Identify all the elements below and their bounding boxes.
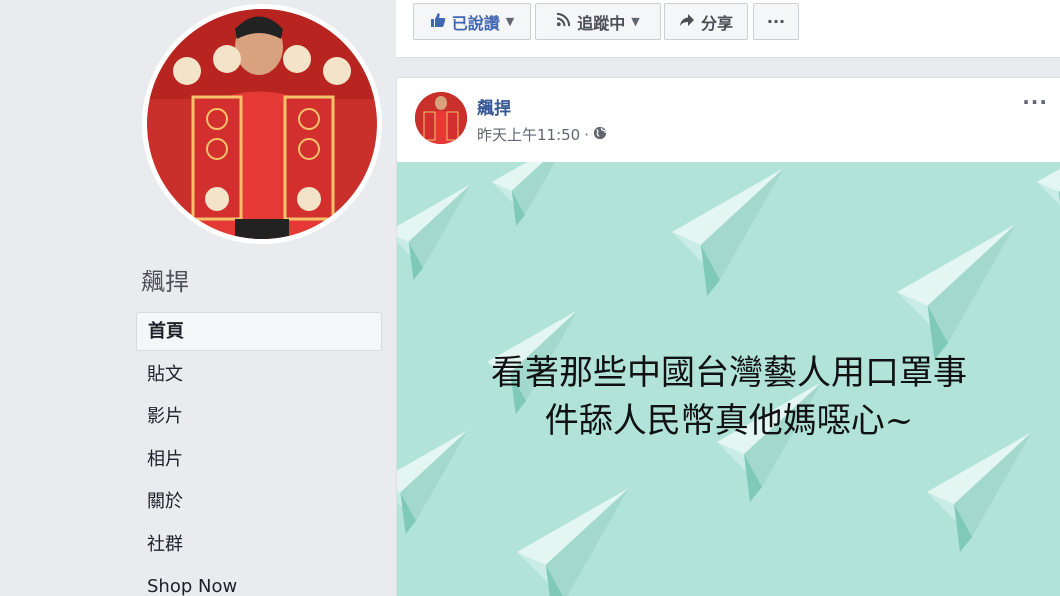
nav-item-about[interactable]: 關於	[136, 482, 382, 521]
post-timestamp[interactable]: 昨天上午11:50	[477, 124, 580, 145]
following-label: 追蹤中	[577, 13, 626, 33]
nav-item-videos[interactable]: 影片	[136, 397, 382, 436]
following-button[interactable]: 追蹤中 ▼	[535, 3, 661, 40]
liked-label: 已說讚	[451, 13, 500, 33]
meta-separator: ·	[584, 125, 590, 144]
post-card: 飆捍 昨天上午11:50 · ··· 看著那些中國台灣藝人用口罩事 件舔人民幣真…	[396, 77, 1060, 596]
profile-photo	[147, 9, 377, 239]
post-image[interactable]: 看著那些中國台灣藝人用口罩事 件舔人民幣真他媽噁心~	[397, 162, 1060, 596]
profile-picture[interactable]	[142, 4, 382, 244]
post-image-text-line: 看著那些中國台灣藝人用口罩事	[491, 353, 967, 393]
globe-icon	[593, 126, 607, 144]
post-author-avatar[interactable]	[415, 92, 467, 144]
post-image-text: 看著那些中國台灣藝人用口罩事 件舔人民幣真他媽噁心~	[397, 349, 1060, 445]
post-options-icon[interactable]: ···	[1022, 90, 1048, 114]
thumbs-up-icon	[430, 12, 446, 32]
nav-item-photos[interactable]: 相片	[136, 440, 382, 479]
share-label: 分享	[700, 13, 733, 33]
liked-button[interactable]: 已說讚 ▼	[413, 3, 531, 40]
nav-item-posts[interactable]: 貼文	[136, 355, 382, 394]
left-column: 飆捍 首頁 貼文 影片 相片 關於 社群 Shop Now	[0, 0, 396, 596]
chevron-down-icon: ▼	[631, 15, 640, 28]
ellipsis-icon: ···	[766, 12, 786, 31]
nav-item-home[interactable]: 首頁	[136, 312, 382, 351]
post-meta: 昨天上午11:50 ·	[477, 124, 607, 145]
more-options-button[interactable]: ···	[753, 3, 799, 40]
nav-item-shop-now[interactable]: Shop Now	[136, 567, 382, 596]
share-arrow-icon	[679, 12, 695, 32]
page-action-bar: 已說讚 ▼ 追蹤中 ▼ 分享 ···	[396, 0, 1060, 58]
nav-item-community[interactable]: 社群	[136, 525, 382, 564]
chevron-down-icon: ▼	[505, 15, 515, 28]
post-image-text-line: 件舔人民幣真他媽噁心~	[544, 401, 914, 441]
page-nav: 首頁 貼文 影片 相片 關於 社群 Shop Now	[136, 312, 382, 596]
share-button[interactable]: 分享	[664, 3, 748, 40]
post-author-name[interactable]: 飆捍	[477, 94, 511, 119]
rss-icon	[556, 12, 571, 31]
page-name[interactable]: 飆捍	[141, 262, 189, 297]
